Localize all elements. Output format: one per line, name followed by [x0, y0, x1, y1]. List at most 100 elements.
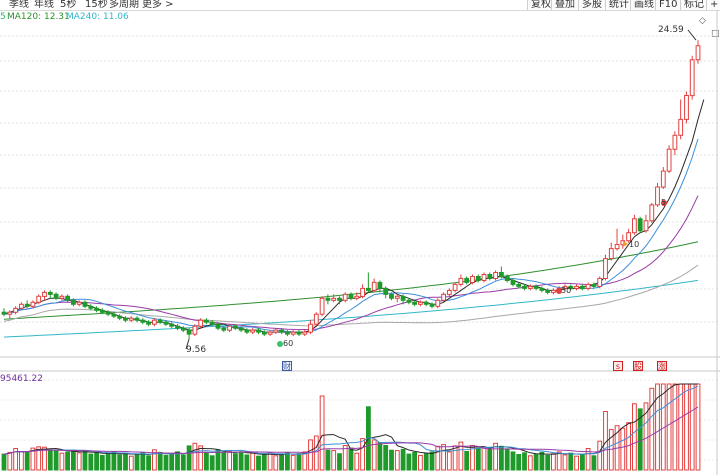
- volume-bar: [215, 449, 221, 471]
- candle-body: [435, 299, 441, 307]
- candle-body: [42, 291, 47, 297]
- volume-bar: [591, 455, 597, 471]
- volume-bar: [169, 453, 175, 471]
- volume-bar: [499, 445, 504, 471]
- candle-body: [464, 277, 470, 283]
- volume-bar: [441, 444, 447, 471]
- signal-tag-10[interactable]: 10: [629, 241, 639, 249]
- volume-bar: [99, 454, 105, 471]
- candle-body: [591, 283, 597, 287]
- volume-bar: [82, 451, 88, 471]
- volume-bar: [238, 451, 244, 471]
- candle-body: [643, 220, 649, 232]
- candle-body: [499, 272, 504, 277]
- volume-bar: [516, 454, 522, 471]
- volume-bar: [308, 439, 313, 471]
- volume-bar: [481, 446, 487, 471]
- signal-tag-60[interactable]: 60: [283, 340, 293, 348]
- volume-bar: [290, 454, 296, 471]
- candle-body: [446, 289, 452, 295]
- candle-body: [684, 95, 689, 120]
- volume-bar: [689, 383, 695, 471]
- volume-bar: [296, 453, 302, 471]
- volume-bar: [256, 455, 261, 471]
- candle-body: [105, 311, 111, 315]
- kline-chart: [0, 11, 720, 475]
- volume-bar: [418, 454, 423, 471]
- candle-body: [597, 277, 603, 287]
- volume-bar: [157, 451, 163, 471]
- candle-body: [24, 303, 30, 307]
- candle-body: [111, 313, 117, 317]
- candle-body: [146, 321, 151, 325]
- candle-body: [423, 301, 429, 305]
- candle-body: [660, 170, 666, 188]
- candle-body: [533, 285, 539, 289]
- candle-body: [493, 272, 499, 279]
- candle-body: [244, 329, 250, 333]
- candle-body: [539, 287, 545, 291]
- volume-bar: [227, 450, 232, 471]
- candle-body: [666, 148, 672, 172]
- volume-bar: [678, 383, 684, 471]
- volume-bar: [429, 451, 435, 471]
- candle-body: [279, 329, 285, 333]
- candle-body: [487, 274, 493, 279]
- volume-bar: [423, 453, 429, 471]
- candle-body: [250, 329, 256, 333]
- candle-body: [308, 323, 313, 333]
- candle-body: [186, 329, 192, 335]
- volume-bar: [412, 451, 418, 471]
- candle-body: [394, 295, 400, 299]
- candle-body: [163, 321, 169, 325]
- candle-body: [360, 287, 366, 297]
- candle-body: [192, 325, 198, 335]
- volume-bar: [551, 453, 556, 471]
- s-event-icon[interactable]: s: [613, 361, 623, 371]
- candle-body: [94, 307, 99, 311]
- candle-body: [371, 281, 377, 291]
- ma5-line: [3, 99, 705, 333]
- candle-body: [632, 218, 637, 234]
- candle-body: [516, 283, 522, 287]
- candle-body: [152, 319, 157, 325]
- volume-bar: [267, 452, 273, 471]
- volume-bar: [65, 451, 70, 471]
- candle-body: [400, 295, 406, 301]
- candle-body: [36, 295, 42, 303]
- candle-body: [331, 297, 337, 301]
- candle-body: [238, 327, 244, 331]
- candle-body: [412, 301, 418, 305]
- candle-body: [429, 303, 435, 307]
- volume-bar: [105, 453, 111, 471]
- candle-body: [180, 327, 186, 331]
- volume-bar: [1, 453, 7, 471]
- candle-body: [441, 293, 447, 301]
- volume-bar: [556, 451, 562, 471]
- signal-tag-5[interactable]: 5: [661, 199, 666, 207]
- candle-body: [233, 325, 238, 329]
- volume-bar: [539, 451, 545, 471]
- volume-bar: [47, 449, 53, 471]
- volume-bar: [319, 395, 325, 471]
- volume-bar: [279, 453, 285, 471]
- candle-body: [47, 291, 53, 295]
- candle-body: [273, 329, 279, 333]
- volume-bar: [666, 383, 672, 471]
- vol-ma20-line: [3, 406, 699, 455]
- candle-body: [458, 277, 464, 285]
- volume-bar: [574, 455, 580, 471]
- financial-report-event-icon[interactable]: 财: [282, 361, 292, 371]
- candle-body: [603, 258, 608, 280]
- signal-tag-30[interactable]: 30: [561, 287, 571, 295]
- candle-body: [383, 287, 389, 295]
- volume-bar: [53, 450, 59, 471]
- vol-ma5-line: [3, 383, 698, 456]
- volume-bar: [250, 452, 256, 471]
- candle-body: [59, 295, 65, 299]
- stock-event-icon[interactable]: 股: [633, 361, 643, 371]
- limit-up-event-icon[interactable]: 涨: [657, 361, 667, 371]
- volume-bar: [273, 455, 279, 471]
- volume-bar: [209, 455, 215, 471]
- volume-bar: [672, 383, 678, 471]
